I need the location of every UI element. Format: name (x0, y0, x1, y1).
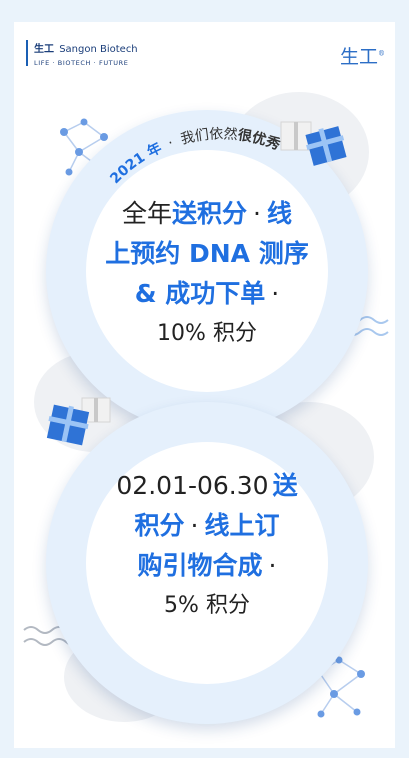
promo-2-points: 5% 积分 (164, 593, 250, 618)
promo-2-give: 送 (272, 471, 298, 500)
arc-phrase: 我们依然 (179, 125, 238, 147)
promo-1-bonus: 送积分 (172, 199, 248, 228)
promo-1-online-start: 线 (266, 199, 292, 228)
promo-2-line-3: 购引物合成 · (86, 546, 328, 586)
promo-1-line-1: 全年送积分 · 线 (86, 194, 328, 234)
promo-1-line-2: 上预约 DNA 测序 (105, 239, 309, 268)
promo-1-text: 全年送积分 · 线 上预约 DNA 测序 & 成功下单 · 10% 积分 (86, 194, 328, 354)
promo-2-dot: · (190, 511, 199, 540)
arc-text: 2021 年 · 我们依然很优秀 (107, 125, 283, 187)
poster: 生工 Sangon Biotech LIFE · BIOTECH · FUTUR… (14, 22, 395, 748)
promo-2-text: 02.01-06.30 送 积分 · 线上订 购引物合成 · 5% 积分 (86, 466, 328, 626)
promo-2-points-word: 积分 (134, 511, 185, 540)
promo-2-dot-2: · (268, 551, 277, 580)
arc-dot: · (166, 135, 176, 152)
arc-year: 2021 年 (107, 139, 164, 187)
promo-1-order: & 成功下单 (134, 279, 266, 308)
promo-1-year-all: 全年 (122, 199, 173, 228)
arc-bold: 很优秀 (237, 126, 284, 153)
promo-2-primer: 购引物合成 (137, 551, 263, 580)
promo-1-points: 10% 积分 (157, 321, 257, 346)
promo-1-line-3: & 成功下单 · (86, 274, 328, 314)
promo-2-dates: 02.01-06.30 (116, 471, 269, 500)
gift-box-icon (280, 121, 347, 166)
promo-2-line-2: 积分 · 线上订 (86, 506, 328, 546)
promo-1-dot-2: · (271, 279, 280, 308)
promo-2-online-order: 线上订 (204, 511, 280, 540)
promo-1-dot: · (253, 199, 261, 228)
promo-2-line-1: 02.01-06.30 送 (86, 466, 328, 506)
